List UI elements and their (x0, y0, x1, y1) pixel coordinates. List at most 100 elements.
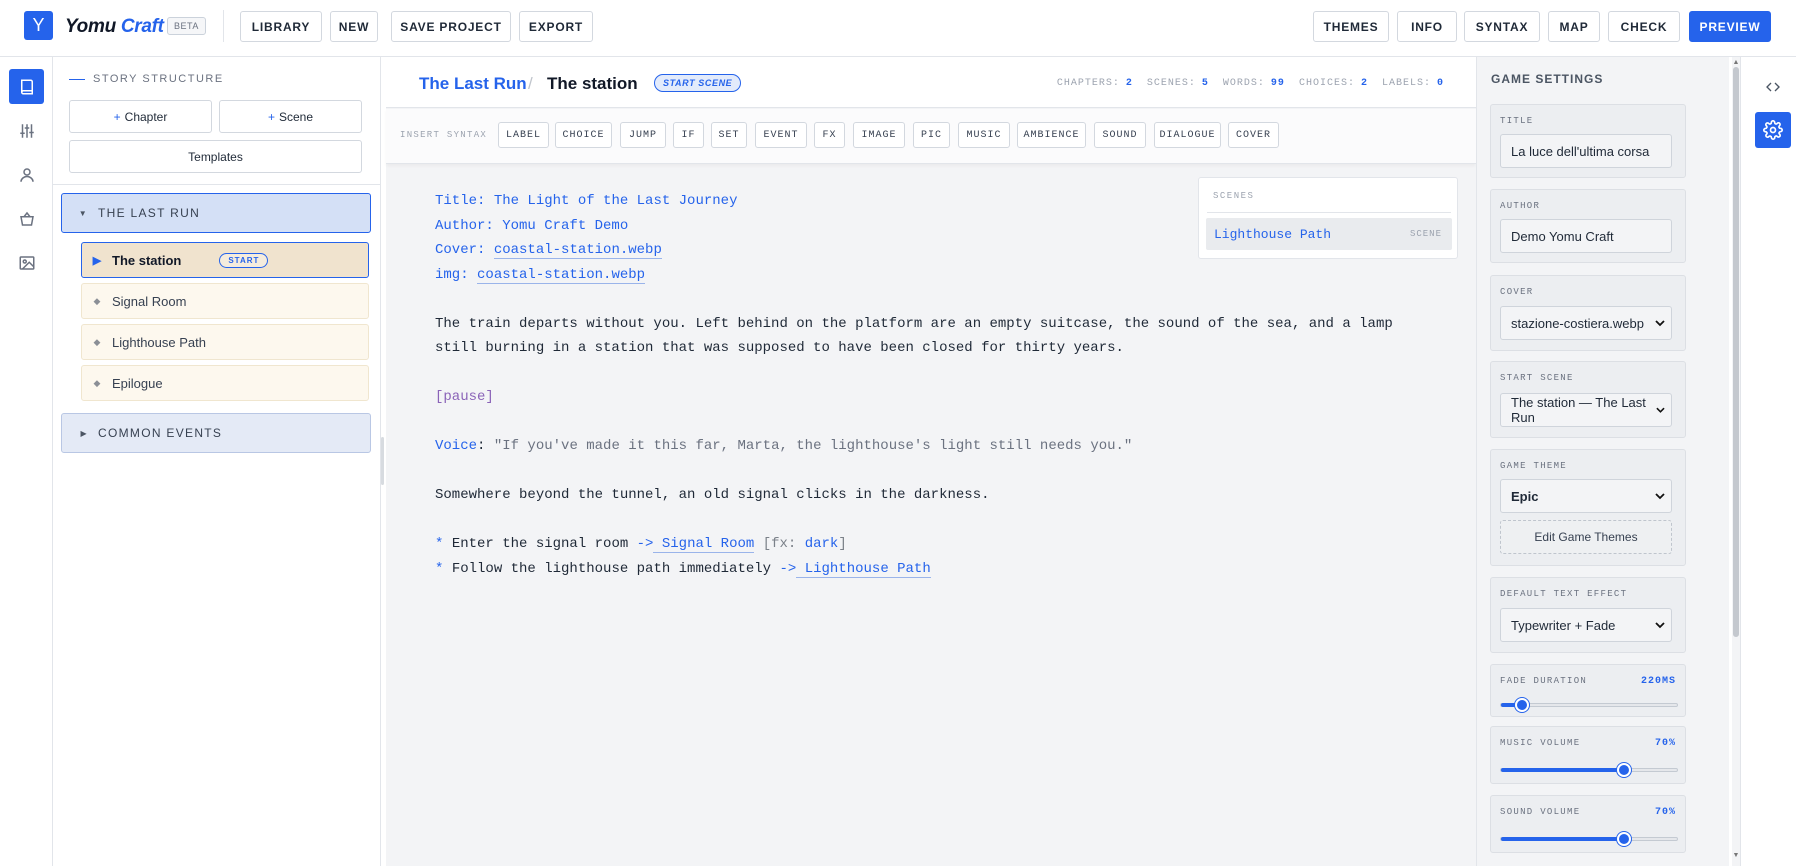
scroll-down-arrow-icon[interactable]: ▼ (1732, 852, 1740, 859)
map-button[interactable]: MAP (1548, 11, 1600, 42)
jump-arrow: -> (779, 561, 797, 577)
code-line-choice[interactable]: * Enter the signal room -> Signal Room [… (435, 536, 847, 553)
cover-card: COVER stazione-costiera.webp (1490, 275, 1686, 351)
syntax-pic-button[interactable]: PIC (913, 122, 950, 148)
code-icon[interactable] (1755, 69, 1791, 105)
chevron-down-icon (1655, 320, 1665, 327)
code-line-paragraph[interactable]: Somewhere beyond the tunnel, an old sign… (435, 487, 990, 503)
syntax-image-button[interactable]: IMAGE (853, 122, 905, 148)
speaker-colon: : (477, 438, 486, 454)
syntax-choice-button[interactable]: CHOICE (555, 122, 612, 148)
save-project-button[interactable]: SAVE PROJECT (391, 11, 511, 42)
preview-button[interactable]: PREVIEW (1689, 11, 1771, 42)
syntax-dialogue-button[interactable]: DIALOGUE (1154, 122, 1221, 148)
start-scene-select[interactable]: The station — The Last Run (1500, 393, 1672, 427)
chevron-down-icon (1655, 622, 1665, 629)
game-theme-select[interactable]: Epic (1500, 479, 1672, 513)
divider (53, 184, 380, 185)
author-card: AUTHOR Demo Yomu Craft (1490, 189, 1686, 263)
syntax-if-button[interactable]: IF (673, 122, 704, 148)
slider-value: 70% (1654, 807, 1676, 818)
meta-value: Yomu Craft Demo (502, 218, 629, 234)
right-icon-rail (1740, 57, 1796, 866)
code-line-dialogue[interactable]: Voice: "If you've made it this far, Mart… (435, 438, 1132, 454)
book-icon[interactable] (9, 69, 44, 104)
stat-label: CHOICES: (1298, 78, 1355, 89)
choice-target-link[interactable]: Signal Room (653, 536, 755, 553)
scene-item-epilogue[interactable]: ◆ Epilogue (81, 365, 369, 401)
gear-icon[interactable] (1755, 112, 1791, 148)
check-button[interactable]: CHECK (1608, 11, 1680, 42)
title-input[interactable]: La luce dell'ultima corsa (1500, 134, 1672, 168)
syntax-sound-button[interactable]: SOUND (1094, 122, 1146, 148)
field-label: SOUND VOLUME (1500, 807, 1581, 817)
music-volume-slider[interactable] (1500, 763, 1678, 777)
slider-thumb[interactable] (1617, 763, 1632, 777)
syntax-music-button[interactable]: MUSIC (958, 122, 1010, 148)
code-line-img[interactable]: img: coastal-station.webp (435, 267, 646, 284)
settings-scrollbar-thumb[interactable] (1733, 67, 1739, 637)
syntax-cover-button[interactable]: COVER (1228, 122, 1279, 148)
speaker-name: Voice (435, 438, 478, 454)
user-icon[interactable] (9, 157, 44, 192)
caret-right-icon: ▶ (80, 428, 88, 438)
templates-button[interactable]: Templates (69, 140, 362, 173)
new-button[interactable]: NEW (330, 11, 378, 42)
settings-title: GAME SETTINGS (1491, 72, 1604, 86)
library-button[interactable]: LIBRARY (240, 11, 322, 42)
info-button[interactable]: INFO (1397, 11, 1457, 42)
scene-item-the-station[interactable]: ▶ The station START (81, 242, 369, 278)
add-chapter-button[interactable]: + Chapter (69, 100, 212, 133)
syntax-set-button[interactable]: SET (711, 122, 747, 148)
scroll-up-arrow-icon[interactable]: ▲ (1732, 59, 1740, 66)
code-line-pause-tag[interactable]: [pause] (435, 389, 494, 405)
breadcrumb-chapter[interactable]: The Last Run (419, 74, 527, 94)
edit-game-themes-button[interactable]: Edit Game Themes (1500, 520, 1672, 554)
asset-link[interactable]: coastal-station.webp (493, 242, 662, 259)
text-effect-select[interactable]: Typewriter + Fade (1500, 608, 1672, 642)
code-line-title[interactable]: Title: The Light of the Last Journey (435, 193, 737, 209)
stat-label: WORDS: (1222, 78, 1265, 89)
scene-label: Signal Room (112, 293, 187, 309)
panel-resize-handle[interactable] (381, 437, 384, 485)
stat-value: 2 (1125, 78, 1133, 89)
autocomplete-item-type: SCENE (1409, 229, 1442, 239)
author-input[interactable]: Demo Yomu Craft (1500, 219, 1672, 253)
syntax-event-button[interactable]: EVENT (755, 122, 807, 148)
syntax-fx-button[interactable]: FX (814, 122, 845, 148)
meta-value: The Light of the Last Journey (493, 193, 738, 209)
choice-target-text: Lighthouse Path (804, 561, 931, 577)
syntax-label-button[interactable]: LABEL (498, 122, 549, 148)
code-line-choice[interactable]: * Follow the lighthouse path immediately… (435, 561, 931, 578)
fade-duration-slider[interactable] (1500, 698, 1678, 712)
scene-item-signal-room[interactable]: ◆ Signal Room (81, 283, 369, 319)
sliders-icon[interactable] (9, 113, 44, 148)
export-button[interactable]: EXPORT (519, 11, 593, 42)
sound-volume-slider[interactable] (1500, 832, 1678, 846)
syntax-button[interactable]: SYNTAX (1464, 11, 1540, 42)
meta-key: img: (435, 267, 469, 283)
code-line-author[interactable]: Author: Yomu Craft Demo (435, 218, 628, 234)
code-line-paragraph[interactable]: still burning in a station that was supp… (435, 340, 1124, 356)
basket-icon[interactable] (9, 201, 44, 236)
slider-thumb[interactable] (1515, 698, 1530, 712)
plus-icon: + (267, 109, 275, 124)
code-line-cover[interactable]: Cover: coastal-station.webp (435, 242, 662, 259)
chapter-the-last-run[interactable]: ▼ THE LAST RUN (61, 193, 371, 233)
stat-choices: CHOICES: 2 (1299, 78, 1368, 89)
image-icon[interactable] (9, 245, 44, 280)
chapter-common-events[interactable]: ▶ COMMON EVENTS (61, 413, 371, 453)
syntax-ambience-button[interactable]: AMBIENCE (1017, 122, 1086, 148)
app-logo[interactable]: Y (24, 11, 53, 40)
scene-item-lighthouse-path[interactable]: ◆ Lighthouse Path (81, 324, 369, 360)
code-line-paragraph[interactable]: The train departs without you. Left behi… (435, 316, 1393, 332)
cover-select[interactable]: stazione-costiera.webp (1500, 306, 1672, 340)
choice-target-link[interactable]: Lighthouse Path (796, 561, 931, 578)
asset-link[interactable]: coastal-station.webp (477, 267, 646, 284)
stat-value: 99 (1270, 78, 1285, 89)
syntax-jump-button[interactable]: JUMP (620, 122, 666, 148)
autocomplete-item[interactable]: Lighthouse Path SCENE (1206, 218, 1452, 250)
add-scene-button[interactable]: + Scene (219, 100, 362, 133)
slider-thumb[interactable] (1617, 832, 1632, 846)
themes-button[interactable]: THEMES (1313, 11, 1389, 42)
